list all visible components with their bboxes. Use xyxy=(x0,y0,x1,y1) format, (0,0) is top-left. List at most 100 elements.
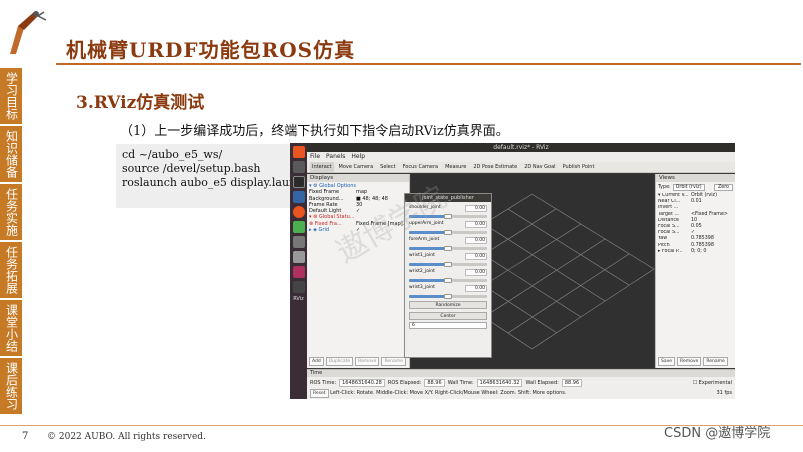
rename-view-button[interactable]: Rename xyxy=(703,357,728,366)
joint-slider[interactable] xyxy=(409,262,487,267)
joint-slider[interactable] xyxy=(409,230,487,235)
joint-name: foreArm_joint xyxy=(409,237,440,242)
joint-value[interactable]: 0.00 xyxy=(465,285,487,292)
nav-item-knowledge[interactable]: 知识储备 xyxy=(0,126,22,184)
view-type-row: Type: Orbit (rviz) Zero xyxy=(656,182,735,193)
joint-slider[interactable] xyxy=(409,278,487,283)
joint-name: wrist1_joint xyxy=(409,253,435,258)
copyright-text: © 2022 AUBO. All rights reserved. xyxy=(47,432,206,442)
app-icon xyxy=(292,266,305,278)
rviz-icon: RViz xyxy=(293,296,304,302)
software-icon xyxy=(292,206,305,218)
wall-elapsed-label: Wall Elapsed: xyxy=(525,380,559,386)
view-type-label: Type: xyxy=(658,185,671,190)
randomize-button[interactable]: Randomize xyxy=(409,301,487,309)
joint-name: wrist3_joint xyxy=(409,285,435,290)
displays-header: Displays xyxy=(307,174,409,182)
robot-arm-logo xyxy=(10,11,47,54)
status-text: Left-Click: Rotate. Middle-Click: Move X… xyxy=(330,390,567,396)
joint-control: wrist1_joint 0.00 xyxy=(409,253,487,267)
side-navigation: 学习目标 知识储备 任务实施 任务拓展 课堂小结 课后练习 xyxy=(0,68,22,423)
command-box: cd ~/aubo_e5_ws/ source /devel/setup.bas… xyxy=(116,144,310,208)
tree-key: ▸ Focal P... xyxy=(658,248,683,254)
tool-interact[interactable]: Interact xyxy=(310,162,334,172)
page-number: 7 xyxy=(22,431,29,442)
tool-select[interactable]: Select xyxy=(378,162,397,172)
save-view-button[interactable]: Save xyxy=(658,357,676,366)
joint-value[interactable]: 0.00 xyxy=(465,221,487,228)
ubuntu-launcher: RViz xyxy=(290,143,307,399)
ros-time-value: 1648631640.28 xyxy=(339,379,385,387)
time-panel: Time ROS Time: 1648631640.28 ROS Elapsed… xyxy=(307,369,735,399)
menu-bar: File Panels Help xyxy=(307,152,735,162)
experimental-checkbox[interactable]: ☐ Experimental xyxy=(693,380,732,386)
tree-row[interactable]: ▸ Focal P... 0; 0; 0 xyxy=(658,249,733,255)
window-title: default.rviz* - RViz xyxy=(307,143,735,152)
settings-icon xyxy=(292,236,305,248)
wall-time-value: 1648631640.32 xyxy=(476,379,523,387)
ros-elapsed-value: 88.96 xyxy=(424,379,445,387)
ros-time-label: ROS Time: xyxy=(310,380,337,386)
tool-2d-pose-estimate[interactable]: 2D Pose Estimate xyxy=(471,162,519,172)
tool-2d-nav-goal[interactable]: 2D Nav Goal xyxy=(522,162,557,172)
tool-measure[interactable]: Measure xyxy=(443,162,468,172)
views-buttons: Save Remove Rename xyxy=(658,357,728,366)
joint-value[interactable]: 0.00 xyxy=(465,205,487,212)
terminal-icon xyxy=(292,176,305,188)
tool-move-camera[interactable]: Move Camera xyxy=(337,162,376,172)
add-button[interactable]: Add xyxy=(309,357,324,366)
nav-item-exercises[interactable]: 课后练习 xyxy=(0,358,22,416)
nav-item-summary[interactable]: 课堂小结 xyxy=(0,300,22,358)
calc-icon xyxy=(292,221,305,233)
command-line: cd ~/aubo_e5_ws/ xyxy=(122,148,223,161)
tree-value: 0; 0; 0 xyxy=(691,248,707,254)
tool-publish-point[interactable]: Publish Point xyxy=(561,162,597,172)
views-header: Views xyxy=(656,174,735,182)
rename-button[interactable]: Rename xyxy=(381,357,406,366)
time-row: ROS Time: 1648631640.28 ROS Elapsed: 88.… xyxy=(307,377,735,389)
title-divider xyxy=(56,63,801,65)
joint-slider[interactable] xyxy=(409,246,487,251)
menu-panels[interactable]: Panels xyxy=(326,152,345,162)
reset-button[interactable]: Reset xyxy=(310,389,329,398)
status-bar: Reset Left-Click: Rotate. Middle-Click: … xyxy=(307,389,735,398)
page-title: 机械臂URDF功能包ROS仿真 xyxy=(66,38,356,62)
center-button[interactable]: Center xyxy=(409,312,487,320)
experimental-label: Experimental xyxy=(698,380,732,386)
tool-focus-camera[interactable]: Focus Camera xyxy=(401,162,441,172)
nav-item-learning-goals[interactable]: 学习目标 xyxy=(0,68,22,126)
fps-readout: 31 fps xyxy=(716,390,733,396)
joint-value[interactable]: 0.00 xyxy=(465,237,487,244)
wall-time-label: Wall Time: xyxy=(447,380,474,386)
joint-control: wrist2_joint 0.00 xyxy=(409,269,487,283)
duplicate-button[interactable]: Duplicate xyxy=(325,357,354,366)
ros-elapsed-label: ROS Elapsed: xyxy=(387,380,422,386)
tree-value: 0.01 xyxy=(691,199,702,205)
nav-item-task-implementation[interactable]: 任务实施 xyxy=(0,184,22,242)
time-header: Time xyxy=(307,370,735,377)
joint-count-spinbox[interactable]: 6 xyxy=(409,322,487,329)
section-heading: 3.RViz仿真测试 xyxy=(76,93,205,113)
joint-value[interactable]: 0.00 xyxy=(465,269,487,276)
wall-elapsed-value: 88.96 xyxy=(561,379,583,387)
menu-file[interactable]: File xyxy=(310,152,320,162)
joint-name: wrist2_joint xyxy=(409,269,435,274)
joint-value[interactable]: 0.00 xyxy=(465,253,487,260)
zero-button[interactable]: Zero xyxy=(713,184,733,191)
remove-view-button[interactable]: Remove xyxy=(677,357,702,366)
view-type-select[interactable]: Orbit (rviz) xyxy=(672,184,705,191)
files-icon xyxy=(292,161,305,173)
remove-button[interactable]: Remove xyxy=(355,357,380,366)
menu-help[interactable]: Help xyxy=(351,152,365,162)
writer-icon xyxy=(292,191,305,203)
joint-control: wrist3_joint 0.00 xyxy=(409,285,487,299)
nav-item-task-extension[interactable]: 任务拓展 xyxy=(0,242,22,300)
joint-slider[interactable] xyxy=(409,294,487,299)
step-instruction: （1）上一步编译成功后，终端下执行如下指令启动RViz仿真界面。 xyxy=(120,124,509,139)
views-panel: Views Type: Orbit (rviz) Zero ▾ Current … xyxy=(655,174,735,368)
command-line: roslaunch aubo_e5 display.launch xyxy=(122,176,310,189)
joint-control: foreArm_joint 0.00 xyxy=(409,237,487,251)
disk-icon xyxy=(292,251,305,263)
command-line: source /devel/setup.bash xyxy=(122,162,261,175)
footer-watermark: CSDN @遨博学院 xyxy=(664,426,771,441)
